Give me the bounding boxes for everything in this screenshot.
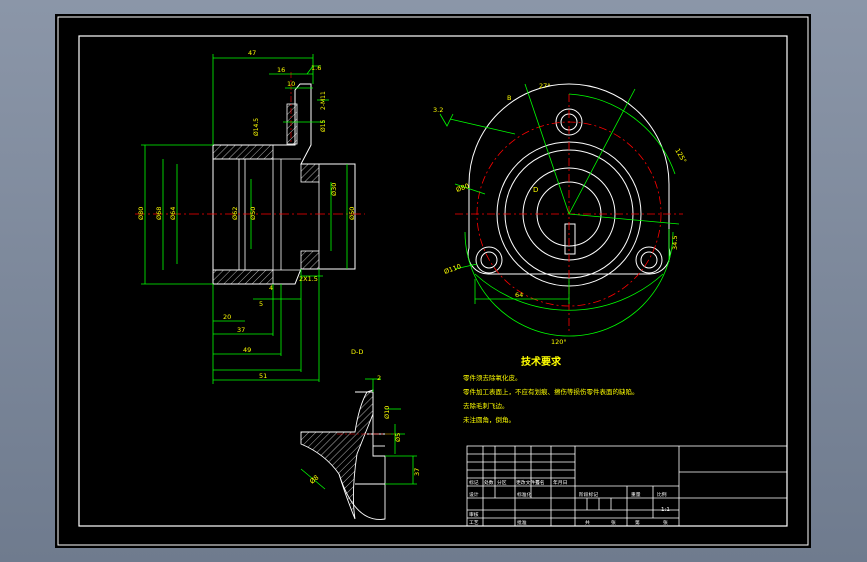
drawing-sheet: 47 16 10 1.6 2-M11 Ø14.5 Ø15 Ø80 Ø68 Ø64… [55, 14, 811, 548]
tb-cell-8: 标准化 [517, 491, 532, 498]
tech-title: 技术要求 [521, 355, 562, 368]
tb-cell-6: 年月日 [553, 479, 567, 486]
dim-37: 37 [237, 326, 245, 334]
tb-scale: 1:1 [661, 507, 670, 513]
dim-4: 4 [269, 284, 273, 292]
tb-cell-11: 比例 [657, 491, 667, 498]
roughness-3-2: 3.2 [433, 106, 443, 114]
tb-cell-7: 设计 [469, 491, 479, 498]
tb-cell-14: 批准 [517, 519, 527, 526]
title-block: 标记 处数 分区 更改文件号 签名 年月日 设计 标准化 阶段标记 重量 比例 … [466, 445, 788, 527]
tb-cell-15: 共 [585, 519, 590, 526]
dim-5: 5 [259, 300, 263, 308]
tb-cell-18: 张 [663, 519, 668, 526]
dim-51: 51 [259, 372, 267, 380]
dim-d30: Ø30 [330, 183, 338, 196]
section-dim-d5: Ø5 [394, 433, 402, 442]
tb-cell-5: 签名 [535, 479, 545, 486]
dim-d62: Ø62 [231, 207, 239, 220]
cad-viewport[interactable]: 47 16 10 1.6 2-M11 Ø14.5 Ø15 Ø80 Ø68 Ø64… [0, 0, 867, 562]
tb-cell-16: 张 [611, 519, 616, 526]
dim-47: 47 [248, 49, 256, 57]
angle-125: 125° [673, 147, 688, 165]
tb-cell-13: 工艺 [469, 520, 479, 526]
dim-d15: Ø15 [320, 119, 327, 132]
angle-27: 27° [539, 82, 551, 90]
tb-cell-17: 第 [635, 519, 640, 526]
dim-d80: Ø80 [137, 207, 145, 220]
dim-d110: Ø110 [443, 262, 462, 276]
tech-note-4: 未注圆角，倒角。 [463, 415, 515, 424]
dim-10: 10 [287, 80, 295, 88]
label-b: B [507, 94, 511, 102]
tb-cell-2: 处数 [484, 479, 494, 486]
technical-requirements: 技术要求 零件须去除氧化皮。 零件加工表面上，不应有划痕、擦伤等损伤零件表面的缺… [463, 355, 639, 424]
dim-d64: Ø64 [169, 207, 177, 220]
dim-16: 16 [277, 66, 285, 74]
outer-border [57, 16, 809, 546]
tech-note-3: 去除毛刺飞边。 [463, 401, 509, 410]
tb-cell-1: 标记 [469, 479, 479, 486]
dim-d50-left: Ø50 [249, 207, 257, 220]
end-view: 27° 125° 120° B D 3.2 Ø80 Ø110 64 34.5 [433, 82, 688, 346]
dim-49: 49 [243, 346, 251, 354]
tb-cell-3: 分区 [497, 479, 507, 486]
dim-2-m11: 2-M11 [320, 91, 327, 110]
label-d: D [533, 186, 538, 194]
tech-note-2: 零件加工表面上，不应有划痕、擦伤等损伤零件表面的缺陷。 [463, 387, 639, 396]
tb-cell-9: 阶段标记 [579, 491, 598, 498]
drawing-canvas: 47 16 10 1.6 2-M11 Ø14.5 Ø15 Ø80 Ø68 Ø64… [57, 16, 809, 546]
front-section-view: 47 16 10 1.6 2-M11 Ø14.5 Ø15 Ø80 Ø68 Ø64… [135, 49, 365, 384]
section-dim-2: 2 [377, 374, 381, 382]
dim-34-5: 34.5 [671, 236, 679, 250]
dim-1-6: 1.6 [311, 64, 321, 72]
section-title: D-D [351, 348, 363, 356]
section-dim-37: 37 [413, 468, 421, 476]
tb-cell-12: 审核 [469, 511, 479, 518]
dim-d68: Ø68 [155, 207, 163, 220]
dim-20: 20 [223, 313, 231, 321]
dim-d14-5: Ø14.5 [253, 118, 260, 136]
dim-64: 64 [515, 291, 523, 299]
dim-d80-right: Ø80 [455, 182, 470, 194]
angle-120: 120° [551, 338, 567, 346]
section-dim-d10: Ø10 [383, 406, 391, 419]
tb-cell-10: 重量 [631, 491, 641, 498]
tech-note-1: 零件须去除氧化皮。 [463, 373, 522, 382]
dim-d50-right: Ø50 [348, 207, 356, 220]
dim-chamfer: 2X1.5 [299, 275, 318, 283]
